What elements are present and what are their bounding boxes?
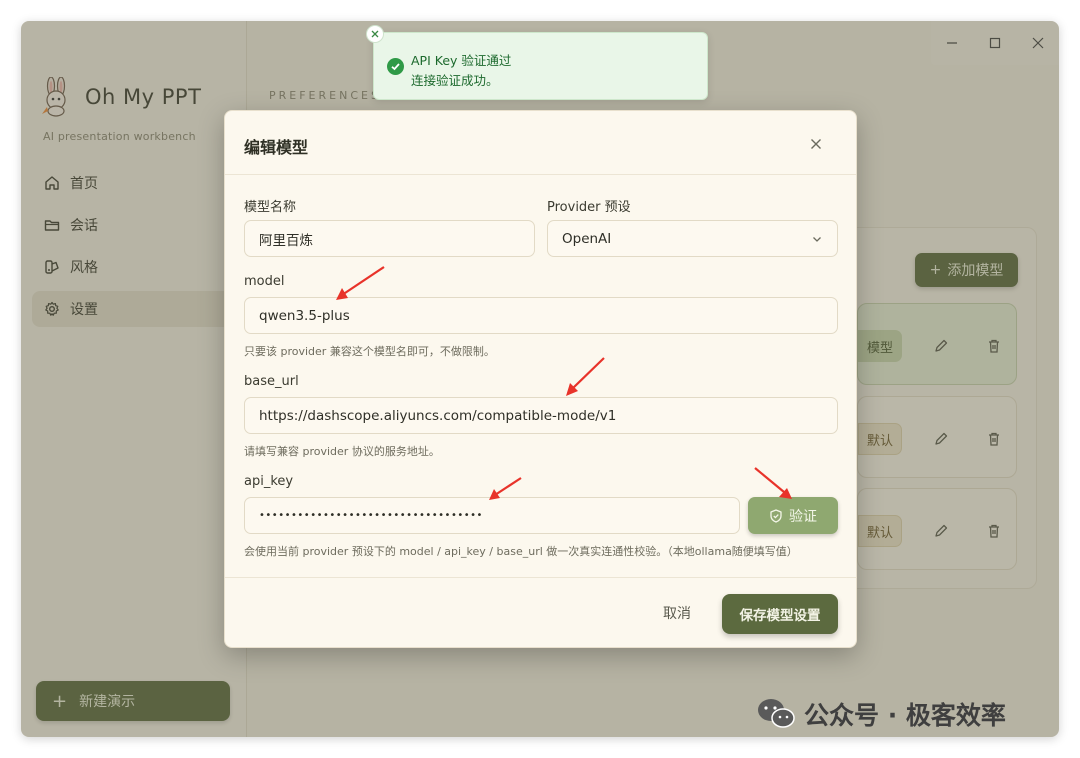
success-check-icon bbox=[387, 58, 404, 75]
base-url-label: base_url bbox=[244, 374, 299, 389]
dialog-title: 编辑模型 bbox=[244, 138, 309, 157]
model-name-input[interactable]: 阿里百炼 bbox=[244, 220, 535, 257]
cancel-button[interactable]: 取消 bbox=[663, 603, 691, 623]
model-hint: 只要该 provider 兼容这个模型名即可，不做限制。 bbox=[244, 345, 495, 358]
api-key-label: api_key bbox=[244, 474, 294, 489]
dialog-header: 编辑模型 bbox=[225, 111, 856, 175]
dialog-close-button[interactable] bbox=[805, 133, 827, 155]
provider-select-value: OpenAI bbox=[562, 230, 612, 247]
api-key-hint: 会使用当前 provider 预设下的 model / api_key / ba… bbox=[244, 545, 798, 558]
watermark: 公众号 · 极客效率 bbox=[756, 696, 1006, 732]
edit-model-dialog: 编辑模型 模型名称 阿里百炼 Provider 预设 OpenAI model … bbox=[224, 110, 857, 648]
provider-label: Provider 预设 bbox=[547, 200, 631, 215]
base-url-input[interactable]: https://dashscope.aliyuncs.com/compatibl… bbox=[244, 397, 838, 434]
watermark-text: 公众号 · 极客效率 bbox=[804, 701, 1006, 730]
save-model-button[interactable]: 保存模型设置 bbox=[722, 594, 838, 634]
wechat-icon bbox=[758, 699, 795, 728]
model-field-label: model bbox=[244, 274, 285, 289]
close-icon bbox=[811, 139, 821, 149]
provider-select[interactable]: OpenAI bbox=[547, 220, 838, 257]
toast-message: 连接验证成功。 bbox=[411, 73, 499, 88]
annotation-arrow-api-key bbox=[489, 477, 522, 500]
annotation-arrow-model bbox=[336, 266, 385, 300]
shield-check-icon bbox=[770, 508, 782, 523]
toast-close-button[interactable] bbox=[366, 25, 384, 43]
model-name-label: 模型名称 bbox=[244, 200, 297, 215]
screenshot-stage: Oh My PPT AI presentation workbench 首页 会… bbox=[0, 0, 1080, 758]
toast-title: API Key 验证通过 bbox=[411, 53, 512, 68]
base-url-hint: 请填写兼容 provider 协议的服务地址。 bbox=[244, 445, 440, 458]
close-icon bbox=[371, 30, 379, 38]
chevron-down-icon bbox=[813, 236, 821, 242]
success-toast: API Key 验证通过 连接验证成功。 bbox=[366, 25, 708, 100]
annotation-arrow-verify bbox=[754, 467, 792, 499]
annotation-arrow-base-url bbox=[566, 357, 605, 396]
dialog-footer: 取消 保存模型设置 bbox=[225, 577, 856, 647]
verify-label: 验证 bbox=[789, 508, 817, 525]
